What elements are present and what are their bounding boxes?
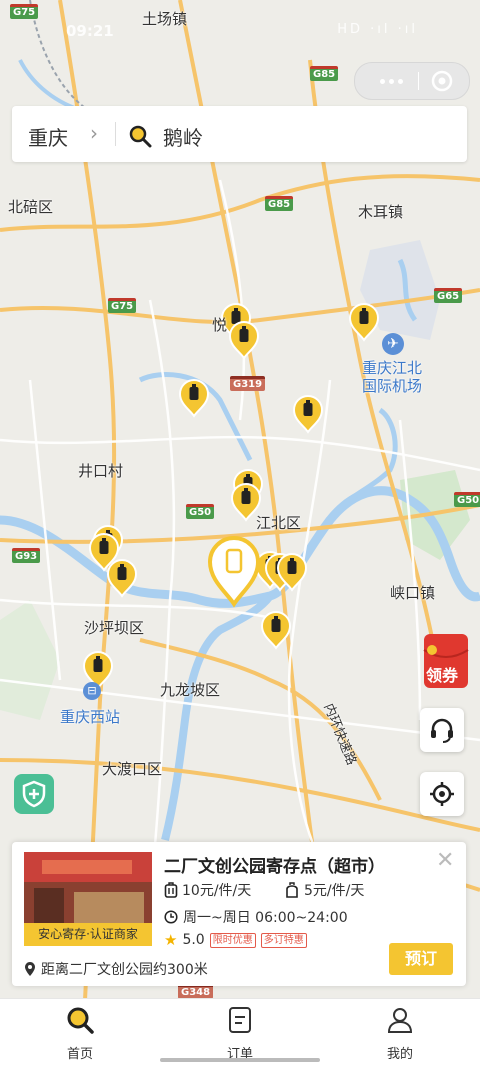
suitcase-icon (164, 882, 178, 898)
backpack-icon (286, 882, 298, 898)
highway-badge: G50 (186, 504, 215, 519)
rating-value: 5.0 (182, 932, 205, 948)
status-bar: 09:21 HD ·ıl ·ıl (0, 0, 480, 60)
price-small-luggage: 5元/件/天 (284, 880, 364, 900)
capsule-divider (418, 72, 419, 90)
promo-tag: 限时优惠 (209, 932, 256, 948)
certified-badge: 安心寄存·认证商家 (24, 923, 152, 946)
home-indicator (160, 1058, 320, 1062)
orders-icon (229, 1007, 251, 1033)
status-time: 09:21 (66, 22, 114, 40)
search-bar: 重庆 › 鹅岭 (12, 106, 467, 162)
map-label: 国际机场 (362, 377, 423, 395)
miniprogram-capsule (354, 62, 470, 100)
tab-label: 我的 (386, 1047, 413, 1062)
map-label: 沙坪坝区 (84, 619, 145, 637)
book-button[interactable]: 预订 (389, 943, 453, 975)
store-info-card[interactable]: 安心寄存·认证商家 二厂文创公园寄存点（超市） ✕ 10元/件/天 5元/件/天… (12, 842, 466, 986)
location-pin-icon (25, 962, 35, 976)
clock-icon (164, 910, 178, 924)
map-label: 九龙坡区 (160, 681, 221, 699)
map-label: 井口村 (78, 462, 124, 480)
close-icon[interactable]: ✕ (436, 848, 454, 873)
headset-icon (431, 718, 453, 743)
map-label: 悦 (212, 316, 228, 334)
map-label: 木耳镇 (358, 203, 404, 221)
close-miniprogram-button[interactable] (431, 70, 453, 92)
store-name: 二厂文创公园寄存点（超市） (164, 857, 385, 877)
price-small-text: 5元/件/天 (304, 883, 365, 899)
highway-badge: G319 (230, 376, 266, 391)
opening-hours: 周一~周日 06:00~24:00 (164, 907, 348, 927)
tab-label: 首页 (66, 1047, 93, 1062)
coupon-label: 领券 (426, 666, 459, 685)
promo-tag: 多订特惠 (260, 932, 307, 948)
map-label: 江北区 (256, 514, 302, 532)
search-divider (115, 122, 116, 146)
insurance-shield-button[interactable] (14, 774, 54, 814)
coupon-button[interactable]: 领券 (420, 632, 472, 692)
bottom-tab-bar: 首页 订单 我的 (0, 998, 480, 1067)
chevron-right-icon[interactable]: › (90, 121, 98, 145)
map-label: 重庆西站 (60, 708, 121, 726)
highway-badge: G93 (12, 548, 41, 563)
more-menu-button[interactable] (369, 63, 413, 99)
map-label: 峡口镇 (390, 584, 436, 602)
home-search-icon (67, 1007, 94, 1034)
locate-me-button[interactable] (420, 772, 464, 816)
user-icon (387, 1008, 413, 1033)
tab-home[interactable]: 首页 (40, 1005, 120, 1062)
airport-icon: ✈ (382, 333, 404, 355)
highway-badge: G75 (108, 298, 137, 313)
highway-badge: G50 (454, 492, 480, 507)
shield-plus-icon (22, 780, 46, 808)
highway-badge: G85 (310, 66, 339, 81)
tab-orders[interactable]: 订单 (200, 1005, 280, 1062)
price-large-luggage: 10元/件/天 (164, 880, 251, 900)
highway-badge: G65 (434, 288, 463, 303)
search-input[interactable]: 鹅岭 (163, 122, 203, 151)
train-station-icon: ⊟ (83, 682, 101, 700)
crosshair-icon (430, 782, 454, 806)
highway-badge: G348 (178, 984, 214, 999)
tab-profile[interactable]: 我的 (360, 1005, 440, 1062)
map-label: 北碚区 (8, 198, 54, 216)
price-large-text: 10元/件/天 (182, 883, 252, 899)
star-icon: ★ (164, 931, 178, 949)
hours-text: 周一~周日 06:00~24:00 (183, 910, 348, 926)
store-rating: ★ 5.0 限时优惠 多订特惠 (164, 931, 307, 949)
map-label: 大渡口区 (102, 760, 163, 778)
city-selector[interactable]: 重庆 (28, 122, 68, 151)
search-icon (129, 125, 152, 148)
status-icons: HD ·ıl ·ıl (337, 22, 418, 37)
distance-info: 距离二厂文创公园约300米 (24, 959, 208, 979)
distance-text: 距离二厂文创公园约300米 (41, 962, 208, 978)
customer-service-button[interactable] (420, 708, 464, 752)
highway-badge: G85 (265, 196, 294, 211)
